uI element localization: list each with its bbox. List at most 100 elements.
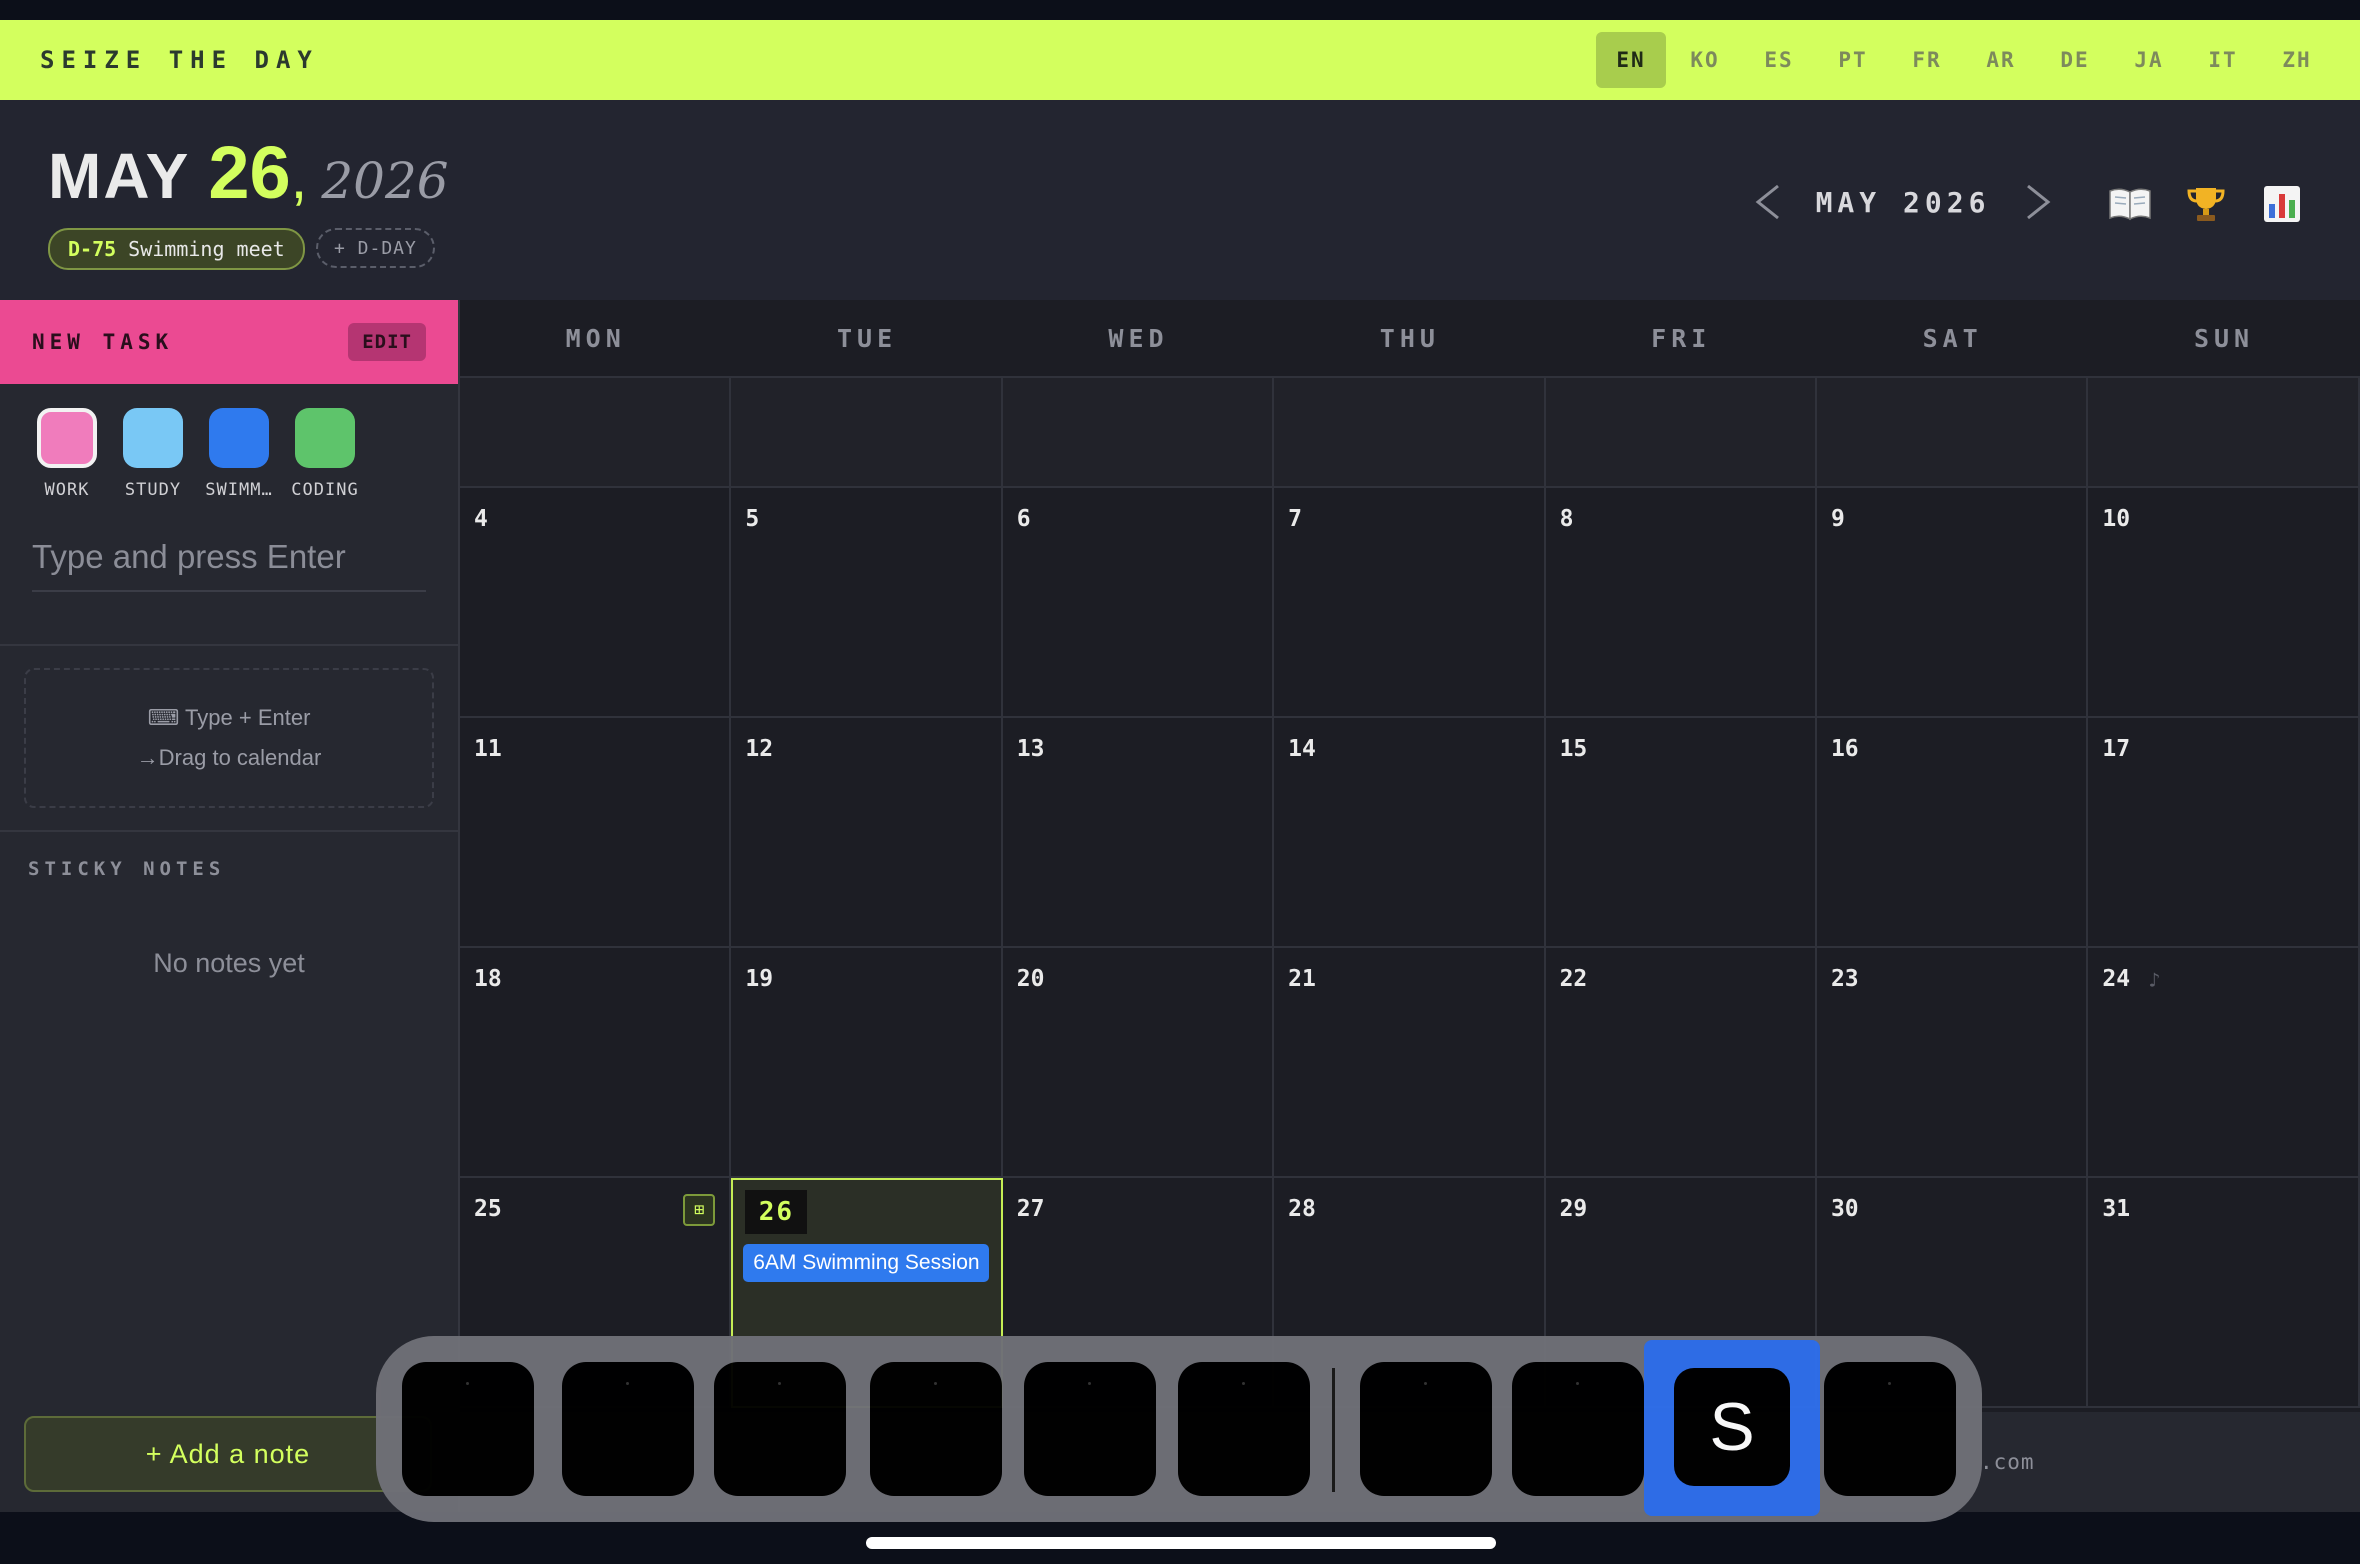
divider <box>0 644 458 646</box>
calendar-day-cell[interactable]: 24 ♪ <box>2088 948 2360 1178</box>
category-label: SWIMM… <box>205 480 273 500</box>
category-study[interactable]: STUDY <box>114 408 192 500</box>
day-number: 27 <box>1016 1196 1045 1222</box>
calendar-day-cell[interactable]: 5 <box>731 488 1003 718</box>
weekday-tue: TUE <box>837 323 898 353</box>
calendar-empty-cell <box>2088 378 2360 488</box>
calendar-week: 4 5 6 7 8 9 10 <box>460 488 2360 718</box>
day-number: 19 <box>745 966 774 992</box>
lang-en[interactable]: EN <box>1596 32 1666 88</box>
app-switcher-selected-item[interactable]: S <box>1644 1340 1820 1516</box>
calendar-day-cell[interactable]: 9 <box>1816 488 2089 718</box>
calendar-grid: 4 5 6 7 8 9 10 11 12 13 14 15 16 17 18 1… <box>460 378 2360 1408</box>
lang-zh[interactable]: ZH <box>2262 32 2332 88</box>
lang-ar[interactable]: AR <box>1966 32 2036 88</box>
app-switcher-item[interactable] <box>1824 1362 1956 1496</box>
calendar-day-cell[interactable]: 31 <box>2088 1178 2360 1408</box>
app-switcher-item[interactable] <box>562 1362 694 1496</box>
lang-de[interactable]: DE <box>2040 32 2110 88</box>
hint-drag: →Drag to calendar <box>136 745 322 770</box>
calendar-day-cell[interactable]: 17 <box>2088 718 2360 948</box>
calendar-event[interactable]: 6AM Swimming Session <box>743 1244 990 1282</box>
lang-ja[interactable]: JA <box>2114 32 2184 88</box>
calendar-day-cell[interactable]: 11 <box>460 718 732 948</box>
app-switcher-item[interactable] <box>402 1362 534 1496</box>
day-number: 7 <box>1288 506 1303 532</box>
app-switcher-separator <box>1332 1368 1335 1492</box>
prev-month-button[interactable] <box>1740 174 1796 230</box>
app-switcher-item[interactable] <box>714 1362 846 1496</box>
week-grid-icon[interactable]: ⊞ <box>683 1194 716 1226</box>
trophy-button[interactable] <box>2178 176 2234 232</box>
edit-categories-button[interactable]: EDIT <box>348 323 426 361</box>
date-day: 26 <box>208 131 291 214</box>
home-indicator[interactable] <box>866 1537 1496 1549</box>
calendar-day-cell[interactable]: 12 <box>731 718 1003 948</box>
calendar-day-cell[interactable]: 22 <box>1545 948 1817 1178</box>
calendar-empty-cell <box>1274 378 1546 488</box>
calendar-day-cell[interactable]: 16 <box>1816 718 2089 948</box>
weekday-header: MON TUE WED THU FRI SAT SUN <box>460 300 2360 378</box>
header: MAY 26 , 2026 D-75 Swimming meet + D-DAY… <box>0 100 2360 300</box>
calendar-day-cell[interactable]: 7 <box>1274 488 1546 718</box>
calendar-day-cell[interactable]: 15 <box>1545 718 1817 948</box>
bar-chart-icon <box>2264 186 2300 222</box>
app-switcher-item[interactable] <box>1178 1362 1310 1496</box>
category-swatch <box>209 408 269 468</box>
lang-es[interactable]: ES <box>1744 32 1814 88</box>
hint-type-enter: ⌨ Type + Enter <box>147 705 311 730</box>
sticky-notes-title: STICKY NOTES <box>28 858 226 880</box>
calendar-day-cell[interactable]: 13 <box>1002 718 1275 948</box>
app-switcher-item[interactable] <box>870 1362 1002 1496</box>
day-number: 31 <box>2102 1196 2131 1222</box>
calendar-day-cell[interactable]: 6 <box>1002 488 1275 718</box>
calendar-day-cell[interactable]: 23 <box>1816 948 2089 1178</box>
book-icon <box>2109 188 2151 221</box>
category-work[interactable]: WORK <box>28 408 106 500</box>
book-button[interactable] <box>2102 176 2158 232</box>
month-label: MAY 2026 <box>1815 185 1991 219</box>
calendar-day-cell[interactable]: 19 <box>731 948 1003 1178</box>
stats-button[interactable] <box>2254 176 2310 232</box>
lang-it[interactable]: IT <box>2188 32 2258 88</box>
calendar-day-cell[interactable]: 4 <box>460 488 732 718</box>
calendar-day-cell[interactable]: 8 <box>1545 488 1817 718</box>
dday-badge[interactable]: D-75 Swimming meet <box>48 228 305 270</box>
lang-fr[interactable]: FR <box>1892 32 1962 88</box>
add-dday-button[interactable]: + D-DAY <box>316 228 435 268</box>
category-swatch <box>123 408 183 468</box>
lang-pt[interactable]: PT <box>1818 32 1888 88</box>
weekday-sat: SAT <box>1922 323 1983 353</box>
date-comma: , <box>290 144 308 211</box>
app-switcher-item[interactable] <box>1024 1362 1156 1496</box>
language-list: EN KO ES PT FR AR DE JA IT ZH <box>1596 32 2332 88</box>
next-month-button[interactable] <box>2010 174 2066 230</box>
day-number: 5 <box>745 506 760 532</box>
day-number: 11 <box>474 736 502 762</box>
calendar-day-cell[interactable]: 20 <box>1002 948 1275 1178</box>
calendar-day-cell[interactable]: 18 <box>460 948 732 1178</box>
day-number: 9 <box>1830 506 1845 532</box>
calendar-day-cell[interactable]: 10 <box>2088 488 2360 718</box>
category-swatch <box>295 408 355 468</box>
new-task-header: NEW TASK EDIT <box>0 300 458 384</box>
sidebar: NEW TASK EDIT WORK STUDY SWIMM… CODING T… <box>0 300 460 1520</box>
status-strip <box>0 0 2360 20</box>
date-month: MAY <box>48 140 191 212</box>
lang-ko[interactable]: KO <box>1670 32 1740 88</box>
app-switcher-item[interactable] <box>1512 1362 1644 1496</box>
calendar-day-cell[interactable]: 21 <box>1274 948 1546 1178</box>
calendar-empty-cell <box>731 378 1003 488</box>
add-note-button[interactable]: + Add a note <box>24 1416 432 1492</box>
category-coding[interactable]: CODING <box>286 408 364 500</box>
dday-count: D-75 <box>68 237 117 261</box>
weekday-thu: THU <box>1379 323 1440 353</box>
task-input[interactable]: Type and press Enter <box>32 538 426 592</box>
dday-label: Swimming meet <box>128 237 285 261</box>
day-number: 16 <box>1830 736 1859 762</box>
calendar-day-cell[interactable]: 14 <box>1274 718 1546 948</box>
day-number: 10 <box>2102 506 2131 532</box>
day-number: 4 <box>474 506 488 532</box>
category-swimming[interactable]: SWIMM… <box>200 408 278 500</box>
app-switcher-item[interactable] <box>1360 1362 1492 1496</box>
